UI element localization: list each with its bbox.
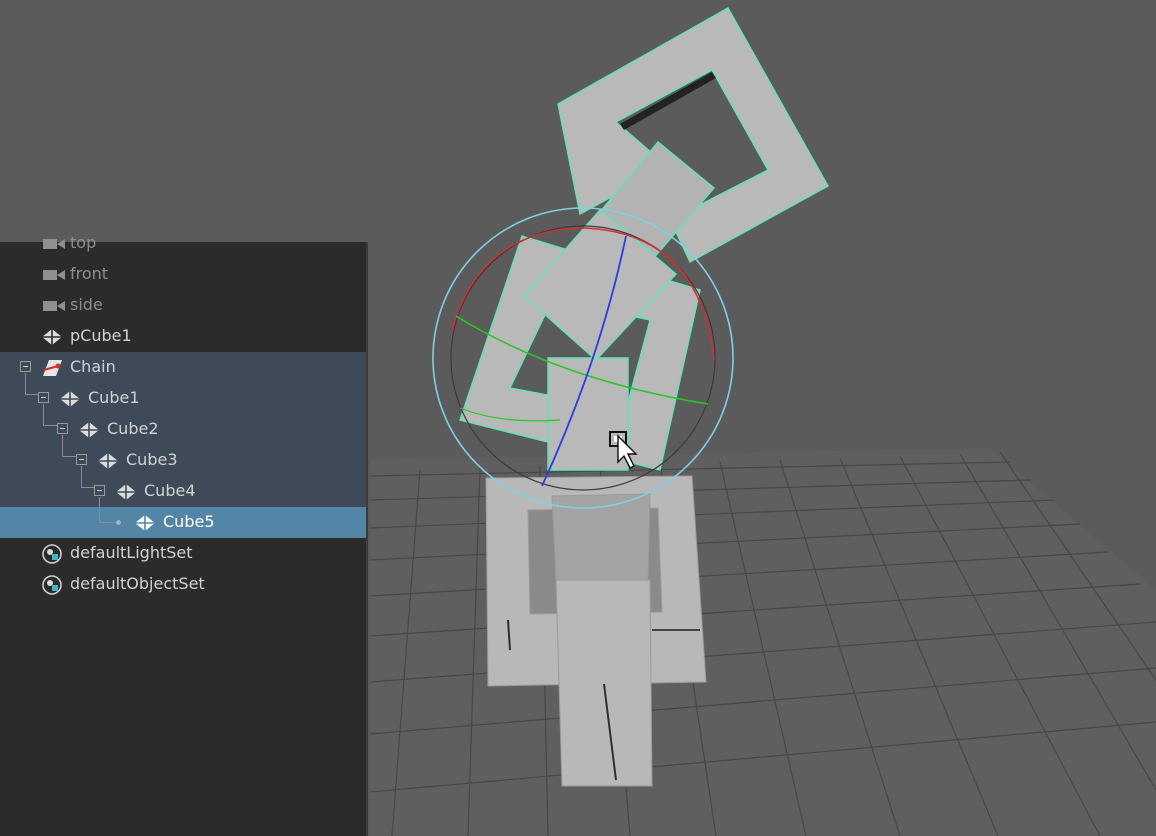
collapse-toggle[interactable] <box>20 361 31 372</box>
mesh-icon <box>42 329 62 345</box>
tree-connector <box>99 522 115 523</box>
tree-connector <box>99 497 100 523</box>
tree-connector <box>25 373 26 395</box>
outliner-item-label: Cube4 <box>144 481 196 500</box>
tree-connector <box>25 394 38 395</box>
outliner-item-cube2[interactable]: Cube2 <box>0 414 366 445</box>
outliner-item-defaultlightset[interactable]: defaultLightSet <box>0 538 366 569</box>
tree-connector <box>43 404 44 426</box>
set-icon <box>42 575 62 595</box>
outliner-item-label: Chain <box>70 357 116 376</box>
tree-connector <box>62 456 76 457</box>
outliner-item-cube5[interactable]: Cube5 <box>0 507 366 538</box>
collapse-toggle[interactable] <box>76 454 87 465</box>
camera-icon <box>43 270 65 280</box>
outliner-item-label: Cube2 <box>107 419 159 438</box>
outliner-item-side[interactable]: side <box>0 290 366 321</box>
outliner-item-defaultobjectset[interactable]: defaultObjectSet <box>0 569 366 600</box>
collapse-toggle[interactable] <box>57 423 68 434</box>
outliner-item-cube1[interactable]: Cube1 <box>0 383 366 414</box>
outliner-item-cube3[interactable]: Cube3 <box>0 445 366 476</box>
outliner-item-chain[interactable]: Chain <box>0 352 366 383</box>
outliner-item-label: pCube1 <box>70 326 132 345</box>
outliner-item-front[interactable]: front <box>0 259 366 290</box>
collapse-toggle[interactable] <box>94 485 105 496</box>
tree-connector <box>43 425 57 426</box>
set-icon <box>42 544 62 564</box>
ik-handle-icon <box>43 360 62 376</box>
outliner-panel[interactable]: top front side pCube1 Chain Cube1 Cube2 … <box>0 233 368 836</box>
outliner-item-top[interactable]: top <box>0 228 366 259</box>
camera-icon <box>43 239 65 249</box>
outliner-item-label: Cube3 <box>126 450 178 469</box>
mesh-icon <box>79 422 99 438</box>
mesh-icon <box>135 515 155 531</box>
collapse-toggle[interactable] <box>38 392 49 403</box>
outliner-item-label: Cube5 <box>163 512 215 531</box>
outliner-item-label: front <box>70 264 109 283</box>
outliner-item-cube4[interactable]: Cube4 <box>0 476 366 507</box>
outliner-item-label: side <box>70 295 103 314</box>
outliner-item-label: top <box>70 233 97 252</box>
mesh-icon <box>98 453 118 469</box>
camera-icon <box>43 301 65 311</box>
outliner-item-label: defaultObjectSet <box>70 574 205 593</box>
mesh-icon <box>60 391 80 407</box>
outliner-item-label: Cube1 <box>88 388 140 407</box>
outliner-item-pcube1[interactable]: pCube1 <box>0 321 366 352</box>
tree-connector <box>81 466 82 488</box>
outliner-item-label: defaultLightSet <box>70 543 193 562</box>
mesh-icon <box>116 484 136 500</box>
tree-connector <box>62 435 63 457</box>
leaf-node-dot <box>116 520 121 525</box>
tree-connector <box>81 487 94 488</box>
